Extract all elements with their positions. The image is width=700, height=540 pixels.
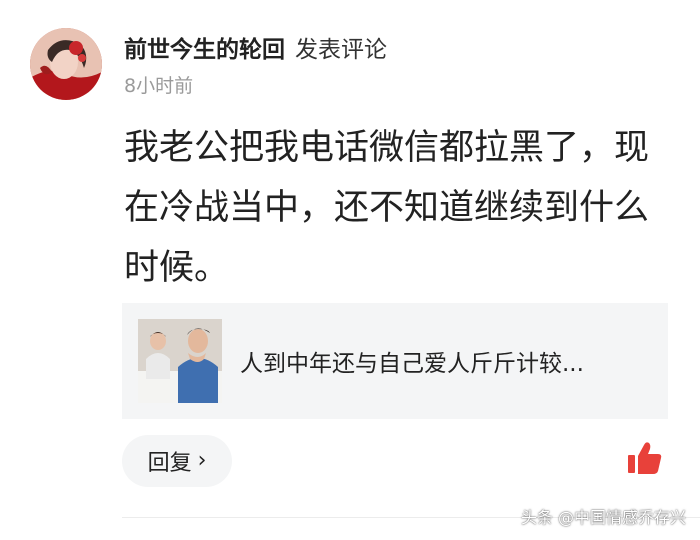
author-line: 前世今生的轮回 发表评论 <box>124 30 387 64</box>
action-label: 发表评论 <box>295 37 387 63</box>
article-title: 人到中年还与自己爱人斤斤计较... <box>240 351 584 377</box>
chevron-right-icon: › <box>197 448 207 473</box>
reply-label: 回复 <box>147 451 192 476</box>
author-avatar[interactable] <box>30 28 102 100</box>
linked-article-card[interactable]: 人到中年还与自己爱人斤斤计较... <box>122 303 668 419</box>
timestamp: 8小时前 <box>124 75 194 97</box>
thumbs-up-icon[interactable] <box>625 438 665 478</box>
author-name[interactable]: 前世今生的轮回 <box>124 30 285 64</box>
article-thumbnail <box>138 319 222 403</box>
watermark: 头条 @中国情感乔存兴 <box>520 508 686 527</box>
reply-button[interactable]: 回复 › <box>122 435 232 487</box>
avatar-image <box>30 28 102 100</box>
comment-text: 我老公把我电话微信都拉黑了，现在冷战当中，还不知道继续到什么时候。 <box>124 128 650 288</box>
